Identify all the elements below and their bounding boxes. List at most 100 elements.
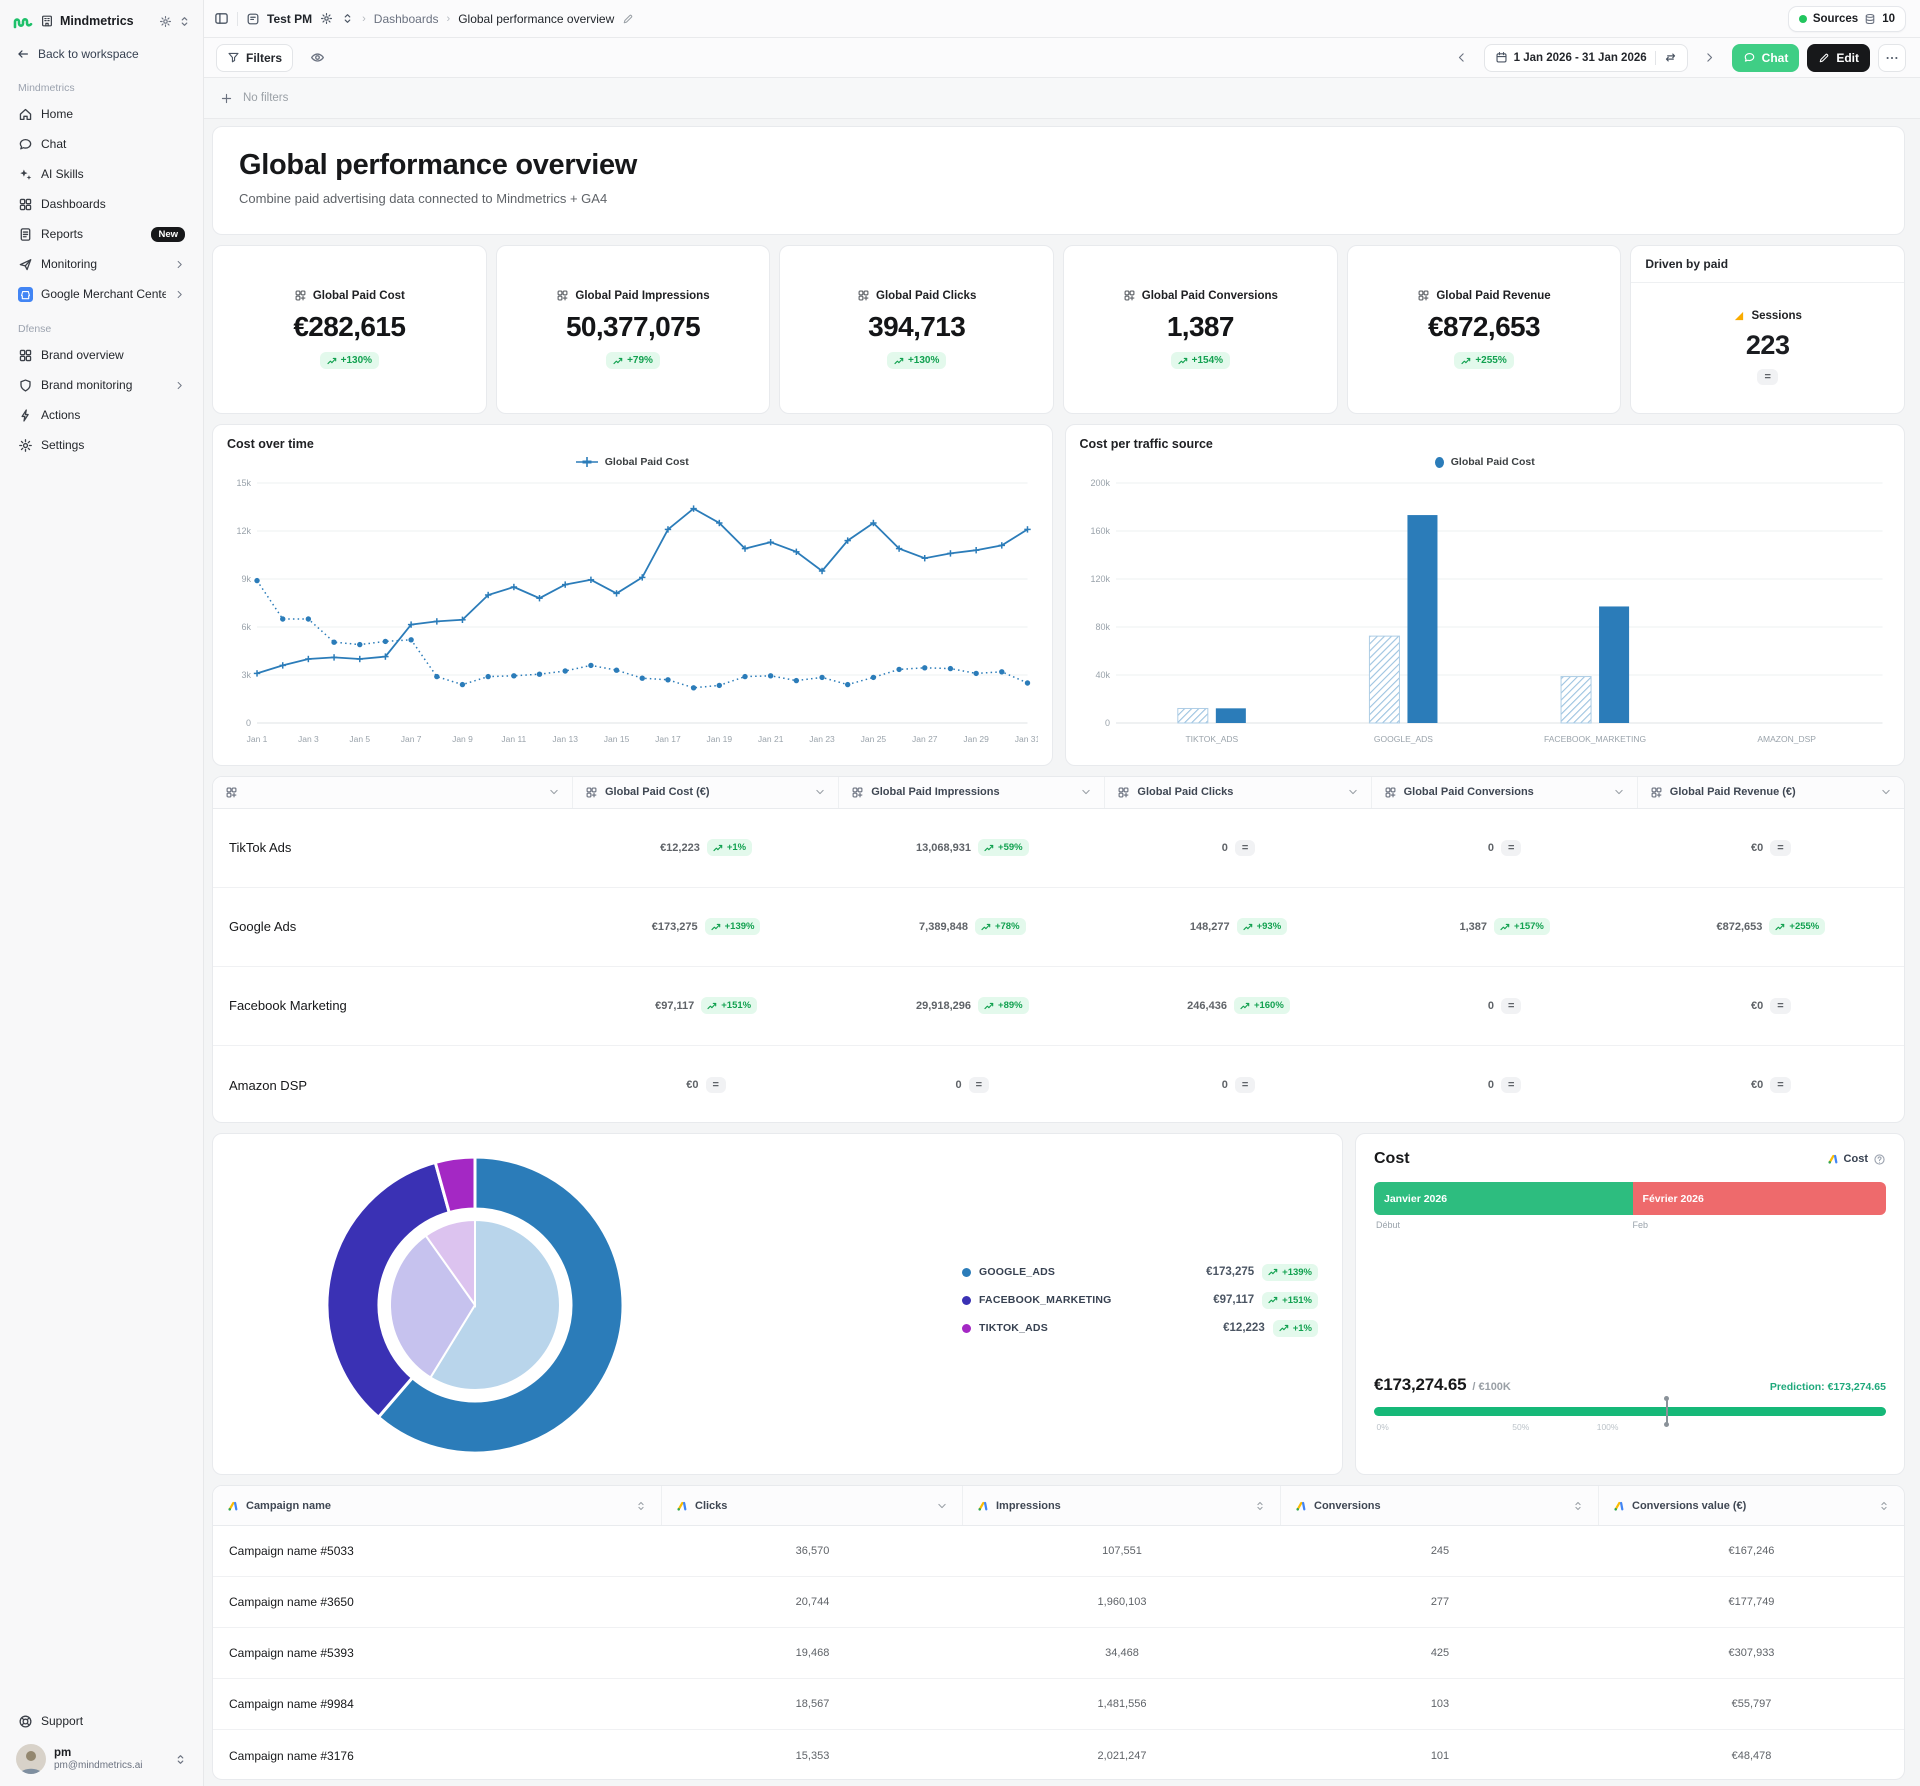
sidebar-item-dashboards[interactable]: Dashboards [10, 189, 193, 219]
sources-label: Sources [1813, 13, 1858, 25]
campaign-table-row[interactable]: Campaign name #9984 18,5671,481,556103€5… [213, 1679, 1904, 1730]
campaign-table-row[interactable]: Campaign name #5033 36,570107,551245€167… [213, 1526, 1904, 1577]
chat-button[interactable]: Chat [1732, 44, 1800, 72]
metric-cell: 0= [1372, 998, 1638, 1014]
page-subtitle: Combine paid advertising data connected … [239, 191, 1878, 206]
panel-icon [214, 11, 229, 26]
legend-label: FACEBOOK_MARKETING [979, 1294, 1112, 1306]
sources-button[interactable]: Sources 10 [1788, 6, 1906, 32]
sidebar-item-chat[interactable]: Chat [10, 129, 193, 159]
campaign-value: €177,749 [1599, 1596, 1904, 1608]
legend-label[interactable]: Global Paid Cost [605, 456, 689, 468]
ga-icon [227, 1500, 239, 1512]
chevron-right-icon [1703, 51, 1716, 64]
kpi-value: 394,713 [868, 311, 965, 343]
svg-text:Jan 13: Jan 13 [552, 734, 578, 744]
rename-page-icon[interactable] [622, 13, 634, 25]
column-label: Global Paid Impressions [871, 786, 999, 798]
donut-chart[interactable] [325, 1155, 625, 1455]
metrics-column-header[interactable]: Global Paid Conversions [1372, 777, 1638, 808]
help-icon[interactable] [1873, 1153, 1886, 1166]
kpi-card[interactable]: Global Paid Impressions 50,377,075 +79% [496, 245, 771, 415]
donut-legend-item[interactable]: TIKTOK_ADS €12,223 +1% [962, 1314, 1318, 1342]
trend-up-badge: +1% [1273, 1320, 1318, 1337]
donut-legend-item[interactable]: GOOGLE_ADS €173,275 +139% [962, 1258, 1318, 1286]
campaign-column-header[interactable]: Conversions value (€) [1599, 1486, 1904, 1525]
compare-swap-icon[interactable] [1664, 51, 1677, 64]
svg-text:TIKTOK_ADS: TIKTOK_ADS [1185, 734, 1238, 744]
svg-text:3k: 3k [241, 670, 251, 680]
campaign-column-header[interactable]: Clicks [662, 1486, 963, 1525]
sidebar-item-google-merchant-center[interactable]: Google Merchant Center [10, 279, 193, 309]
metrics-column-header[interactable]: Global Paid Clicks [1105, 777, 1371, 808]
chevright-icon [1703, 51, 1716, 64]
sidebar-item-actions[interactable]: Actions [10, 400, 193, 430]
trend-up-badge: +59% [978, 839, 1029, 856]
breadcrumb-dashboards[interactable]: Dashboards [374, 12, 439, 26]
pencil-icon [1818, 52, 1830, 64]
sidebar-item-settings[interactable]: Settings [10, 430, 193, 460]
metrics-table-row[interactable]: Amazon DSP €0=0=0=0=€0= [213, 1046, 1904, 1124]
prediction-marker[interactable] [1666, 1398, 1668, 1425]
prev-period-button[interactable] [1448, 44, 1476, 72]
back-to-workspace[interactable]: Back to workspace [10, 40, 193, 68]
add-filter-icon[interactable] [220, 92, 233, 105]
metrics-column-header[interactable] [213, 777, 573, 808]
widget-icon [1650, 786, 1663, 799]
metrics-table-row[interactable]: Google Ads €173,275+139%7,389,848+78%148… [213, 888, 1904, 967]
campaign-table-row[interactable]: Campaign name #3650 20,7441,960,103277€1… [213, 1577, 1904, 1628]
progress-ticks: 0%50%100% [1374, 1422, 1886, 1434]
sidebar-item-ai-skills[interactable]: AI Skills [10, 159, 193, 189]
metrics-column-header[interactable]: Global Paid Revenue (€) [1638, 777, 1904, 808]
column-label: Conversions value (€) [1632, 1500, 1746, 1512]
workspace-settings-icon[interactable] [159, 14, 172, 28]
metrics-column-header[interactable]: Global Paid Impressions [839, 777, 1105, 808]
user-email: pm@mindmetrics.ai [54, 1760, 166, 1773]
legend-label[interactable]: Global Paid Cost [1451, 456, 1535, 468]
sidebar-item-monitoring[interactable]: Monitoring [10, 249, 193, 279]
sidebar-item-home[interactable]: Home [10, 99, 193, 129]
more-button[interactable] [1878, 44, 1906, 72]
trend-up-badge: +255% [1769, 918, 1825, 935]
grid-icon [18, 348, 33, 363]
campaign-column-header[interactable]: Conversions [1281, 1486, 1599, 1525]
trend-up-badge: +130% [887, 352, 946, 369]
workspace-switcher-icon[interactable] [178, 14, 191, 28]
sidebar-toggle-icon[interactable] [214, 11, 229, 26]
sidebar-item-support[interactable]: Support [10, 1706, 193, 1736]
campaign-column-header[interactable]: Impressions [963, 1486, 1281, 1525]
project-switcher-icon[interactable] [341, 12, 354, 25]
donut-legend-item[interactable]: FACEBOOK_MARKETING €97,117 +151% [962, 1286, 1318, 1314]
campaign-column-header[interactable]: Campaign name [213, 1486, 662, 1525]
kpi-card[interactable]: Global Paid Conversions 1,387 +154% [1063, 245, 1338, 415]
main-area: Test PM › Dashboards › Global performanc… [204, 0, 1920, 1786]
workspace-header[interactable]: Mindmetrics [10, 10, 193, 40]
metrics-column-header[interactable]: Global Paid Cost (€) [573, 777, 839, 808]
next-period-button[interactable] [1696, 44, 1724, 72]
visibility-button[interactable] [303, 44, 331, 72]
filters-button[interactable]: Filters [216, 44, 293, 72]
campaign-table-row[interactable]: Campaign name #3176 15,3532,021,247101€4… [213, 1730, 1904, 1780]
sidebar-item-brand-overview[interactable]: Brand overview [10, 340, 193, 370]
trend-icon [1178, 357, 1188, 365]
sidebar-item-brand-monitoring[interactable]: Brand monitoring [10, 370, 193, 400]
kpi-card[interactable]: Global Paid Revenue €872,653 +255% [1347, 245, 1622, 415]
date-range-button[interactable]: 1 Jan 2026 - 31 Jan 2026 [1484, 44, 1688, 72]
campaign-value: 19,468 [662, 1647, 963, 1659]
project-settings-icon[interactable] [320, 12, 333, 25]
sidebar-item-reports[interactable]: Reports New [10, 219, 193, 249]
campaign-value: 2,021,247 [963, 1750, 1281, 1762]
metrics-table-row[interactable]: TikTok Ads €12,223+1%13,068,931+59%0=0=€… [213, 809, 1904, 888]
kpi-card[interactable]: Global Paid Clicks 394,713 +130% [779, 245, 1054, 415]
edit-button[interactable]: Edit [1807, 44, 1870, 72]
metrics-table-row[interactable]: Facebook Marketing €97,117+151%29,918,29… [213, 967, 1904, 1046]
line-chart[interactable]: 03k6k9k12k15kJan 1Jan 3Jan 5Jan 7Jan 9Ja… [227, 473, 1038, 749]
breadcrumb-project[interactable]: Test PM [246, 12, 312, 26]
kpi-card[interactable]: Global Paid Cost €282,615 +130% [212, 245, 487, 415]
timeline-segment: Février 2026 [1633, 1182, 1886, 1215]
campaign-table-row[interactable]: Campaign name #5393 19,46834,468425€307,… [213, 1628, 1904, 1679]
user-menu[interactable]: pm pm@mindmetrics.ai [10, 1736, 193, 1774]
user-menu-chevron-icon[interactable] [174, 1753, 187, 1766]
legend-value: €97,117 [1213, 1294, 1254, 1306]
bar-chart[interactable]: 040k80k120k160k200kTIKTOK_ADSGOOGLE_ADSF… [1080, 473, 1891, 749]
